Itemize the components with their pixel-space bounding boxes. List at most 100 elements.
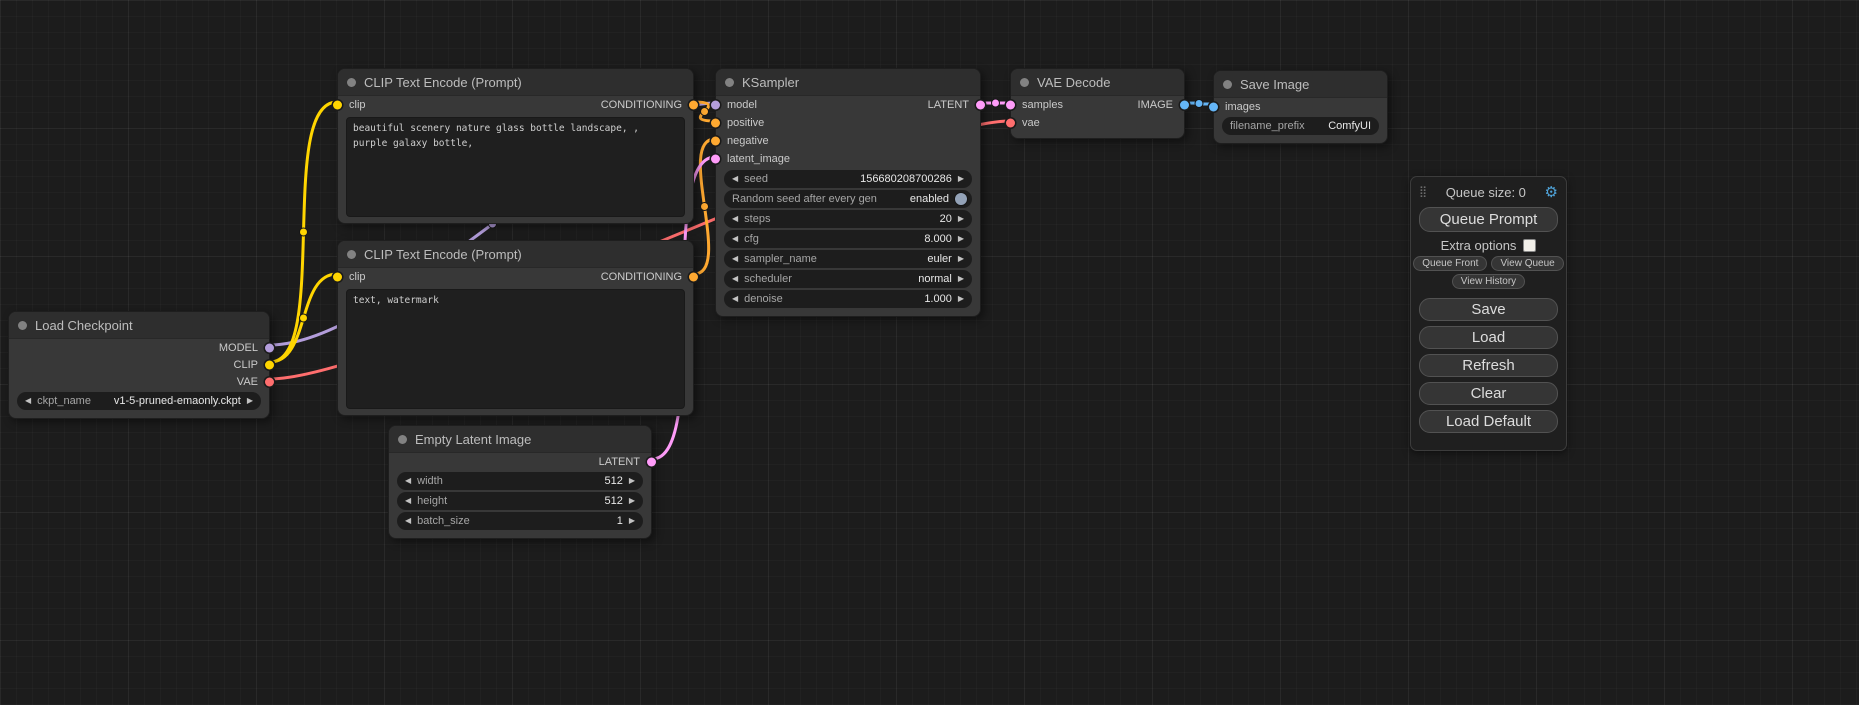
node-title-bar[interactable]: Load Checkpoint — [9, 312, 269, 339]
node-vae-decode[interactable]: VAE Decode samples IMAGE vae — [1010, 68, 1185, 139]
increment-arrow-icon[interactable]: ▶ — [629, 477, 635, 485]
decrement-arrow-icon[interactable]: ◀ — [732, 275, 738, 283]
increment-arrow-icon[interactable]: ▶ — [958, 175, 964, 183]
view-queue-button[interactable]: View Queue — [1491, 256, 1563, 271]
decrement-arrow-icon[interactable]: ◀ — [732, 255, 738, 263]
conditioning-output-slot[interactable] — [689, 272, 698, 281]
model-output-slot[interactable] — [265, 343, 274, 352]
images-input-slot[interactable] — [1209, 102, 1218, 111]
widget-width[interactable]: ◀ width 512 ▶ — [397, 472, 643, 490]
widget-random-seed-toggle[interactable]: Random seed after every gen enabled — [724, 190, 972, 208]
slot-row: images — [1214, 98, 1387, 115]
decrement-arrow-icon[interactable]: ◀ — [732, 215, 738, 223]
widget-cfg[interactable]: ◀ cfg 8.000 ▶ — [724, 230, 972, 248]
samples-input-slot[interactable] — [1006, 101, 1015, 110]
negative-prompt-textarea[interactable]: text, watermark — [346, 289, 685, 409]
increment-arrow-icon[interactable]: ▶ — [247, 397, 253, 405]
input-slot-label: latent_image — [727, 153, 790, 165]
toggle-knob-icon[interactable] — [955, 193, 967, 205]
widget-steps[interactable]: ◀ steps 20 ▶ — [724, 210, 972, 228]
clear-button[interactable]: Clear — [1419, 382, 1558, 405]
extra-options-checkbox[interactable] — [1523, 239, 1536, 252]
widget-filename-prefix[interactable]: filename_prefix ComfyUI — [1222, 117, 1379, 135]
increment-arrow-icon[interactable]: ▶ — [958, 235, 964, 243]
queue-front-button[interactable]: Queue Front — [1413, 256, 1487, 271]
settings-gear-icon[interactable]: ⚙ — [1545, 185, 1558, 200]
widget-sampler-name[interactable]: ◀ sampler_name euler ▶ — [724, 250, 972, 268]
widget-height[interactable]: ◀ height 512 ▶ — [397, 492, 643, 510]
load-button[interactable]: Load — [1419, 326, 1558, 349]
output-slot-label: LATENT — [928, 99, 969, 111]
image-output-slot[interactable] — [1180, 101, 1189, 110]
widget-seed[interactable]: ◀ seed 156680208700286 ▶ — [724, 170, 972, 188]
latent-image-input-slot[interactable] — [711, 155, 720, 164]
node-clip-text-encode-negative[interactable]: CLIP Text Encode (Prompt) clip CONDITION… — [337, 240, 694, 416]
node-title: Empty Latent Image — [415, 432, 531, 447]
decrement-arrow-icon[interactable]: ◀ — [405, 477, 411, 485]
increment-arrow-icon[interactable]: ▶ — [958, 295, 964, 303]
collapse-dot-icon[interactable] — [725, 78, 734, 87]
increment-arrow-icon[interactable]: ▶ — [958, 255, 964, 263]
collapse-dot-icon[interactable] — [18, 321, 27, 330]
node-title-bar[interactable]: CLIP Text Encode (Prompt) — [338, 69, 693, 96]
collapse-dot-icon[interactable] — [398, 435, 407, 444]
decrement-arrow-icon[interactable]: ◀ — [25, 397, 31, 405]
collapse-dot-icon[interactable] — [347, 250, 356, 259]
decrement-arrow-icon[interactable]: ◀ — [405, 517, 411, 525]
node-title-bar[interactable]: Save Image — [1214, 71, 1387, 98]
widget-label: seed — [744, 173, 768, 185]
positive-prompt-textarea[interactable]: beautiful scenery nature glass bottle la… — [346, 117, 685, 217]
negative-input-slot[interactable] — [711, 137, 720, 146]
output-slot-label: CLIP — [234, 359, 258, 371]
output-slot-label: CONDITIONING — [601, 99, 682, 111]
collapse-dot-icon[interactable] — [1223, 80, 1232, 89]
input-slot-label: negative — [727, 135, 769, 147]
widget-denoise[interactable]: ◀ denoise 1.000 ▶ — [724, 290, 972, 308]
collapse-dot-icon[interactable] — [1020, 78, 1029, 87]
decrement-arrow-icon[interactable]: ◀ — [405, 497, 411, 505]
increment-arrow-icon[interactable]: ▶ — [629, 497, 635, 505]
widget-value: ComfyUI — [1328, 120, 1371, 132]
workflow-buttons-group: Save Load Refresh Clear Load Default — [1419, 298, 1558, 433]
widget-ckpt-name[interactable]: ◀ ckpt_name v1-5-pruned-emaonly.ckpt ▶ — [17, 392, 261, 410]
conditioning-output-slot[interactable] — [689, 100, 698, 109]
node-ksampler[interactable]: KSampler model LATENT positive negative … — [715, 68, 981, 317]
queue-prompt-button[interactable]: Queue Prompt — [1419, 207, 1558, 232]
slot-row: clip CONDITIONING — [338, 268, 693, 285]
node-title-bar[interactable]: VAE Decode — [1011, 69, 1184, 96]
widget-scheduler[interactable]: ◀ scheduler normal ▶ — [724, 270, 972, 288]
clip-input-slot[interactable] — [333, 100, 342, 109]
load-default-button[interactable]: Load Default — [1419, 410, 1558, 433]
node-title-bar[interactable]: KSampler — [716, 69, 980, 96]
clip-input-slot[interactable] — [333, 272, 342, 281]
vae-input-slot[interactable] — [1006, 119, 1015, 128]
node-save-image[interactable]: Save Image images filename_prefix ComfyU… — [1213, 70, 1388, 144]
decrement-arrow-icon[interactable]: ◀ — [732, 175, 738, 183]
node-empty-latent-image[interactable]: Empty Latent Image LATENT ◀ width 512 ▶ … — [388, 425, 652, 539]
save-button[interactable]: Save — [1419, 298, 1558, 321]
positive-input-slot[interactable] — [711, 119, 720, 128]
decrement-arrow-icon[interactable]: ◀ — [732, 235, 738, 243]
refresh-button[interactable]: Refresh — [1419, 354, 1558, 377]
increment-arrow-icon[interactable]: ▶ — [958, 275, 964, 283]
drag-handle-icon[interactable]: ⣿ — [1419, 187, 1427, 198]
view-history-button[interactable]: View History — [1452, 274, 1525, 289]
increment-arrow-icon[interactable]: ▶ — [629, 517, 635, 525]
node-clip-text-encode-positive[interactable]: CLIP Text Encode (Prompt) clip CONDITION… — [337, 68, 694, 224]
slot-row: latent_image — [716, 150, 980, 168]
collapse-dot-icon[interactable] — [347, 78, 356, 87]
decrement-arrow-icon[interactable]: ◀ — [732, 295, 738, 303]
node-load-checkpoint[interactable]: Load Checkpoint MODEL CLIP VAE ◀ ckpt_na… — [8, 311, 270, 419]
comfyui-canvas[interactable]: { "icons": { "arrow_left": "◀", "arrow_r… — [0, 0, 1859, 705]
model-input-slot[interactable] — [711, 101, 720, 110]
latent-output-slot[interactable] — [976, 101, 985, 110]
widget-value: 156680208700286 — [860, 173, 952, 185]
vae-output-slot[interactable] — [265, 377, 274, 386]
node-title-bar[interactable]: CLIP Text Encode (Prompt) — [338, 241, 693, 268]
widget-batch-size[interactable]: ◀ batch_size 1 ▶ — [397, 512, 643, 530]
latent-output-slot[interactable] — [647, 457, 656, 466]
clip-output-slot[interactable] — [265, 360, 274, 369]
node-title-bar[interactable]: Empty Latent Image — [389, 426, 651, 453]
widget-label: scheduler — [744, 273, 792, 285]
increment-arrow-icon[interactable]: ▶ — [958, 215, 964, 223]
